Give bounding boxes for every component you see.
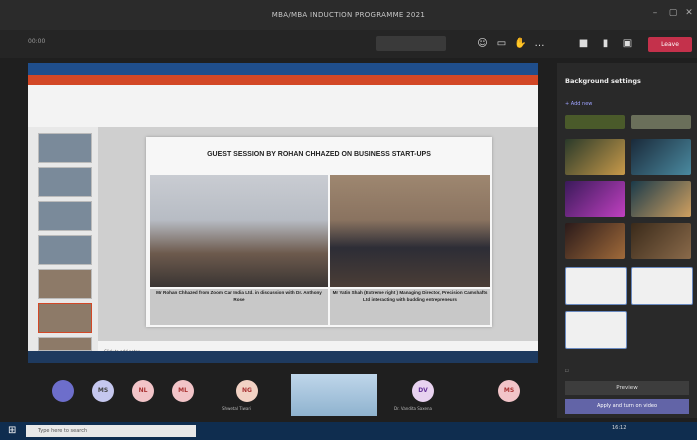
- participant-avatar[interactable]: NL: [132, 380, 154, 402]
- participant-avatar[interactable]: ML: [172, 380, 194, 402]
- preview-button[interactable]: Preview: [565, 381, 689, 395]
- slide-canvas: GUEST SESSION BY ROHAN CHHAZED ON BUSINE…: [98, 127, 538, 363]
- participant-avatar[interactable]: MS: [498, 380, 520, 402]
- slide: GUEST SESSION BY ROHAN CHHAZED ON BUSINE…: [146, 137, 492, 327]
- meeting-toolbar: 00:00 ☺ ▭ ✋ … ■ ▮ ▣ Leave: [0, 30, 697, 58]
- background-tile[interactable]: [631, 223, 691, 259]
- meeting-hint-box: [376, 36, 446, 51]
- slide-thumbnail[interactable]: [38, 201, 92, 231]
- participant-avatar[interactable]: MS: [92, 380, 114, 402]
- window-title: MBA/MBA INDUCTION PROGRAMME 2021: [271, 11, 426, 19]
- background-tile[interactable]: [565, 115, 625, 129]
- photo-panel-discussion: [330, 175, 490, 287]
- background-tile[interactable]: [631, 181, 691, 217]
- background-tile[interactable]: [565, 139, 625, 175]
- add-new-background[interactable]: + Add new: [565, 101, 592, 107]
- background-tile[interactable]: [565, 223, 625, 259]
- slide-thumbnail[interactable]: [38, 303, 92, 333]
- ppt-ribbon-tabs[interactable]: [28, 75, 538, 85]
- windows-taskbar: ⊞ Type here to search 16:12: [0, 422, 697, 440]
- slide-thumbnail[interactable]: [38, 269, 92, 299]
- chat-icon[interactable]: ▭: [495, 37, 508, 50]
- participant-avatar[interactable]: DV: [412, 380, 434, 402]
- slide-title: GUEST SESSION BY ROHAN CHHAZED ON BUSINE…: [207, 151, 431, 158]
- taskbar-search[interactable]: Type here to search: [26, 425, 196, 437]
- slide-thumbnail[interactable]: [38, 337, 92, 351]
- background-settings-panel: Background settings + Add new ☐ Preview …: [557, 63, 697, 418]
- shared-taskbar: [28, 351, 538, 363]
- slide-thumbnail[interactable]: [38, 133, 92, 163]
- slide-thumbnails: [28, 127, 98, 363]
- shared-screen: GUEST SESSION BY ROHAN CHHAZED ON BUSINE…: [28, 63, 538, 363]
- title-bar: MBA/MBA INDUCTION PROGRAMME 2021 – ▢ ✕: [0, 0, 697, 30]
- leave-button[interactable]: Leave: [648, 37, 692, 52]
- ppt-title-bar: [28, 63, 538, 75]
- close-icon[interactable]: ✕: [684, 8, 694, 18]
- background-tile[interactable]: [631, 267, 693, 305]
- panel-title: Background settings: [565, 77, 641, 85]
- minimize-icon[interactable]: –: [650, 8, 660, 18]
- background-checkbox[interactable]: ☐: [565, 368, 569, 373]
- people-icon[interactable]: ☺: [476, 37, 489, 50]
- photo-meeting-room: [150, 175, 328, 287]
- apply-video-button[interactable]: Apply and turn on video: [565, 399, 689, 414]
- slide-thumbnail[interactable]: [38, 167, 92, 197]
- participant-avatar[interactable]: NG: [236, 380, 258, 402]
- background-tile[interactable]: [565, 311, 627, 349]
- mic-icon[interactable]: ▮: [599, 37, 612, 50]
- background-tile[interactable]: [565, 181, 625, 217]
- participant-name: Shwetal Tiwari: [222, 406, 252, 411]
- background-tile[interactable]: [565, 267, 627, 305]
- slide-thumbnail[interactable]: [38, 235, 92, 265]
- meeting-timer: 00:00: [28, 38, 46, 45]
- participants-row: MS NL ML NG Shwetal Tiwari DV Dr. Vandit…: [0, 368, 557, 418]
- share-icon[interactable]: ▣: [621, 37, 634, 50]
- maximize-icon[interactable]: ▢: [668, 8, 678, 18]
- caption-left: Mr Rohan Chhazed from Zoom Car India Ltd…: [150, 289, 328, 325]
- more-icon[interactable]: …: [533, 37, 546, 50]
- background-tile[interactable]: [631, 115, 691, 129]
- participant-video[interactable]: [291, 374, 377, 416]
- background-tile[interactable]: [631, 139, 691, 175]
- camera-icon[interactable]: ■: [577, 37, 590, 50]
- windows-start-icon[interactable]: ⊞: [8, 425, 20, 437]
- participant-avatar[interactable]: [52, 380, 74, 402]
- caption-right: Mr Yatin Shah (Extreme right ) Managing …: [330, 289, 490, 325]
- taskbar-clock: 16:12: [612, 425, 627, 431]
- participant-name: Dr. Vandita Saxena: [394, 406, 432, 411]
- reactions-icon[interactable]: ✋: [514, 37, 527, 50]
